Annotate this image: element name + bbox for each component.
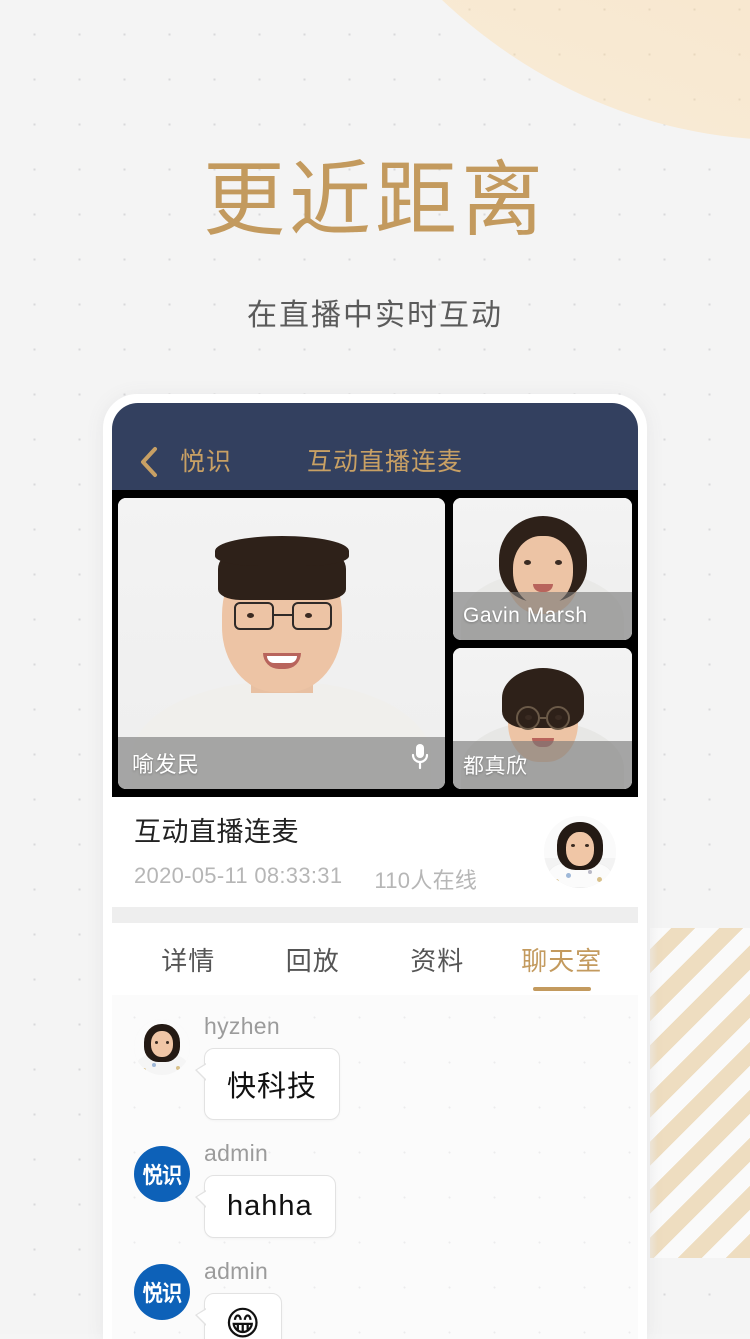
host-avatar[interactable] — [544, 816, 616, 888]
chat-bubble[interactable]: 快科技 — [194, 1048, 341, 1120]
tab-chatroom[interactable]: 聊天室 — [500, 923, 625, 995]
video-tile-side-2[interactable]: 都真欣 — [453, 647, 632, 789]
session-datetime: 2020-05-11 08:33:31 — [134, 862, 343, 888]
chat-message-body: admin hahha — [195, 1138, 336, 1238]
video-stage: 喻发民 Gavin Marsh 都真欣 — [112, 490, 638, 797]
chat-message: 悦识 admin 😁 — [112, 1256, 638, 1339]
brand-logo-text: 悦识 — [142, 1281, 183, 1306]
chat-message-body: hyzhen 快科技 — [194, 1011, 341, 1120]
navbar-title: 互动直播连麦 — [307, 448, 464, 476]
navbar-brand[interactable]: 悦识 — [180, 442, 232, 478]
chat-bubble[interactable]: 😁 — [194, 1293, 283, 1339]
chat-list[interactable]: hyzhen 快科技 悦识 admin hahha 悦识 admin 😁 — [112, 995, 638, 1339]
session-info-text: 互动直播连麦 2020-05-11 08:33:31 110人在线 — [134, 810, 544, 895]
chat-message: 悦识 admin hahha — [112, 1138, 638, 1238]
chat-avatar[interactable]: 悦识 — [134, 1146, 190, 1202]
chat-message-body: admin 😁 — [194, 1256, 283, 1339]
phone-mockup: 悦识 互动直播连麦 喻发民 Gavin Marsh 都真欣 互动直播连麦 202… — [103, 394, 647, 1339]
brand-logo-text: 悦识 — [142, 1163, 183, 1188]
video-side-column: Gavin Marsh 都真欣 — [453, 498, 632, 789]
session-title: 互动直播连麦 — [134, 816, 299, 847]
chat-username: admin — [204, 1140, 269, 1166]
chat-message: hyzhen 快科技 — [112, 1011, 638, 1120]
background-diagonal-stripes — [650, 928, 750, 1258]
session-info-row: 互动直播连麦 2020-05-11 08:33:31 110人在线 — [112, 797, 638, 907]
video-tile-side-1-name: Gavin Marsh — [463, 603, 588, 627]
section-divider — [112, 907, 638, 923]
chat-avatar[interactable] — [134, 1019, 190, 1075]
session-meta: 2020-05-11 08:33:31 110人在线 — [134, 863, 544, 895]
tab-details[interactable]: 详情 — [126, 923, 251, 995]
app-navbar: 悦识 互动直播连麦 — [112, 403, 638, 490]
video-tile-main[interactable]: 喻发民 — [118, 498, 445, 789]
video-tile-side-1-labelbar: Gavin Marsh — [453, 591, 632, 640]
chat-bubble[interactable]: hahha — [195, 1175, 336, 1238]
promo-headline: 更近距离 — [202, 155, 547, 246]
microphone-icon[interactable] — [409, 742, 431, 777]
chat-username: admin — [204, 1258, 269, 1284]
video-tile-side-2-name: 都真欣 — [463, 755, 528, 778]
promo-subheadline: 在直播中实时互动 — [247, 299, 503, 332]
video-tile-side-2-labelbar: 都真欣 — [453, 741, 632, 789]
video-tile-main-labelbar: 喻发民 — [118, 737, 445, 789]
tab-replay[interactable]: 回放 — [251, 923, 376, 995]
video-tile-side-1[interactable]: Gavin Marsh — [453, 498, 632, 640]
tab-materials[interactable]: 资料 — [375, 923, 500, 995]
promo-text-block: 更近距离 在直播中实时互动 — [0, 160, 750, 334]
phone-screen: 悦识 互动直播连麦 喻发民 Gavin Marsh 都真欣 互动直播连麦 202… — [112, 403, 638, 1339]
chat-avatar[interactable]: 悦识 — [134, 1264, 190, 1320]
chat-username: hyzhen — [204, 1013, 280, 1039]
content-tabs: 详情 回放 资料 聊天室 — [112, 923, 638, 995]
video-tile-main-name: 喻发民 — [132, 752, 200, 777]
session-online-count: 110人在线 — [374, 867, 478, 893]
chevron-left-icon[interactable] — [134, 444, 164, 480]
